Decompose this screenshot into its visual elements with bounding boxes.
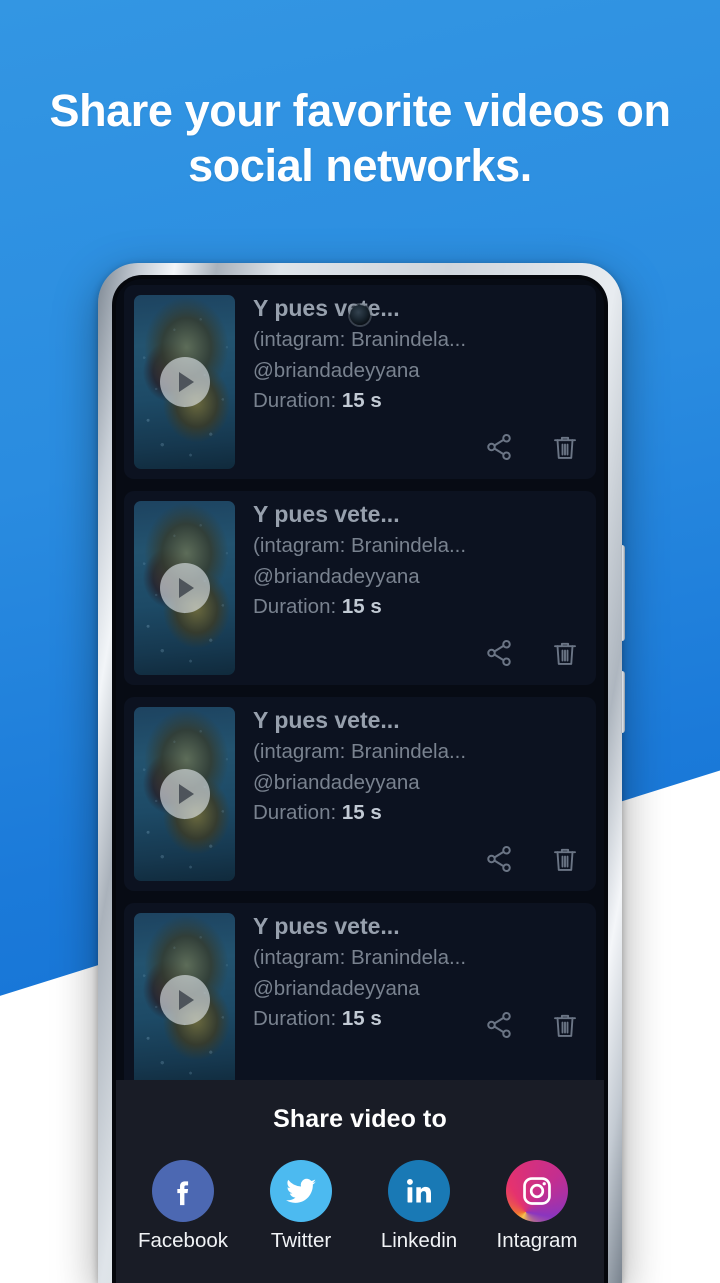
video-actions: [484, 431, 580, 463]
video-title: Y pues vete...: [253, 295, 400, 321]
duration-value: 15 s: [341, 595, 382, 619]
share-icon[interactable]: [484, 431, 514, 463]
video-duration: Duration: 15 s: [253, 389, 586, 414]
duration-label: Duration:: [253, 1007, 337, 1031]
facebook-icon: [152, 1160, 214, 1222]
share-target-linkedin[interactable]: Linkedin: [363, 1160, 475, 1253]
punch-hole-camera-icon: [350, 305, 370, 325]
power-button[interactable]: [621, 671, 625, 733]
play-icon[interactable]: [159, 975, 210, 1025]
instagram-icon: [506, 1160, 568, 1222]
phone-mockup: Y pues vete... (intagram: Branindela... …: [98, 263, 625, 1283]
share-target-facebook[interactable]: Facebook: [127, 1160, 239, 1253]
video-actions: [484, 637, 580, 669]
video-handle: @briandadeyyana: [253, 358, 420, 382]
video-duration: Duration: 15 s: [253, 595, 586, 620]
video-title: Y pues vete...: [253, 501, 400, 527]
video-handle: @briandadeyyana: [253, 564, 420, 588]
video-title: Y pues vete...: [253, 707, 400, 733]
share-target-label: Twitter: [270, 1229, 332, 1252]
video-thumbnail[interactable]: [134, 501, 235, 675]
video-handle: @briandadeyyana: [253, 770, 420, 794]
video-handle: @briandadeyyana: [253, 976, 420, 1000]
video-source: (intagram: Branindela...: [253, 946, 467, 970]
phone-screen: Y pues vete... (intagram: Branindela... …: [116, 279, 604, 1283]
video-duration: Duration: 15 s: [253, 801, 586, 826]
video-list[interactable]: Y pues vete... (intagram: Branindela... …: [116, 279, 604, 1109]
trash-icon[interactable]: [550, 1009, 580, 1041]
video-meta: Y pues vete... (intagram: Branindela... …: [235, 501, 586, 675]
share-target-twitter[interactable]: Twitter: [245, 1160, 357, 1253]
duration-label: Duration:: [253, 595, 337, 619]
share-target-instagram[interactable]: Intagram: [481, 1160, 593, 1253]
volume-rocker-button[interactable]: [621, 545, 625, 641]
video-source: (intagram: Branindela...: [253, 534, 467, 558]
video-actions: [484, 1009, 580, 1041]
video-meta: Y pues vete... (intagram: Branindela... …: [235, 707, 586, 881]
twitter-icon: [270, 1160, 332, 1222]
video-list-item[interactable]: Y pues vete... (intagram: Branindela... …: [124, 697, 596, 891]
duration-label: Duration:: [253, 389, 337, 413]
share-target-label: Linkedin: [380, 1229, 458, 1252]
duration-label: Duration:: [253, 801, 337, 825]
video-list-item[interactable]: Y pues vete... (intagram: Branindela... …: [124, 903, 596, 1097]
video-meta: Y pues vete... (intagram: Branindela... …: [235, 295, 586, 469]
share-target-label: Intagram: [496, 1229, 578, 1252]
share-icon[interactable]: [484, 637, 514, 669]
video-source: (intagram: Branindela...: [253, 740, 467, 764]
share-target-label: Facebook: [137, 1229, 229, 1252]
play-icon[interactable]: [159, 769, 210, 819]
play-icon[interactable]: [159, 563, 210, 613]
video-list-item[interactable]: Y pues vete... (intagram: Branindela... …: [124, 491, 596, 685]
duration-value: 15 s: [341, 389, 382, 413]
video-source: (intagram: Branindela...: [253, 328, 467, 352]
share-target-row: Facebook Twitter Linkedin Intagram: [116, 1134, 604, 1253]
video-thumbnail[interactable]: [134, 707, 235, 881]
video-thumbnail[interactable]: [134, 295, 235, 469]
share-icon[interactable]: [484, 843, 514, 875]
video-title: Y pues vete...: [253, 913, 400, 939]
trash-icon[interactable]: [550, 431, 580, 463]
promo-headline: Share your favorite videos on social net…: [49, 85, 671, 191]
duration-value: 15 s: [341, 1007, 382, 1031]
share-icon[interactable]: [484, 1009, 514, 1041]
video-meta: Y pues vete... (intagram: Branindela... …: [235, 913, 586, 1087]
video-thumbnail[interactable]: [134, 913, 235, 1087]
trash-icon[interactable]: [550, 637, 580, 669]
duration-value: 15 s: [341, 801, 382, 825]
video-actions: [484, 843, 580, 875]
play-icon[interactable]: [159, 357, 210, 407]
linkedin-icon: [388, 1160, 450, 1222]
share-sheet: Share video to Facebook Twitter Linkedin…: [116, 1080, 604, 1283]
trash-icon[interactable]: [550, 843, 580, 875]
share-sheet-title: Share video to: [273, 1105, 447, 1133]
